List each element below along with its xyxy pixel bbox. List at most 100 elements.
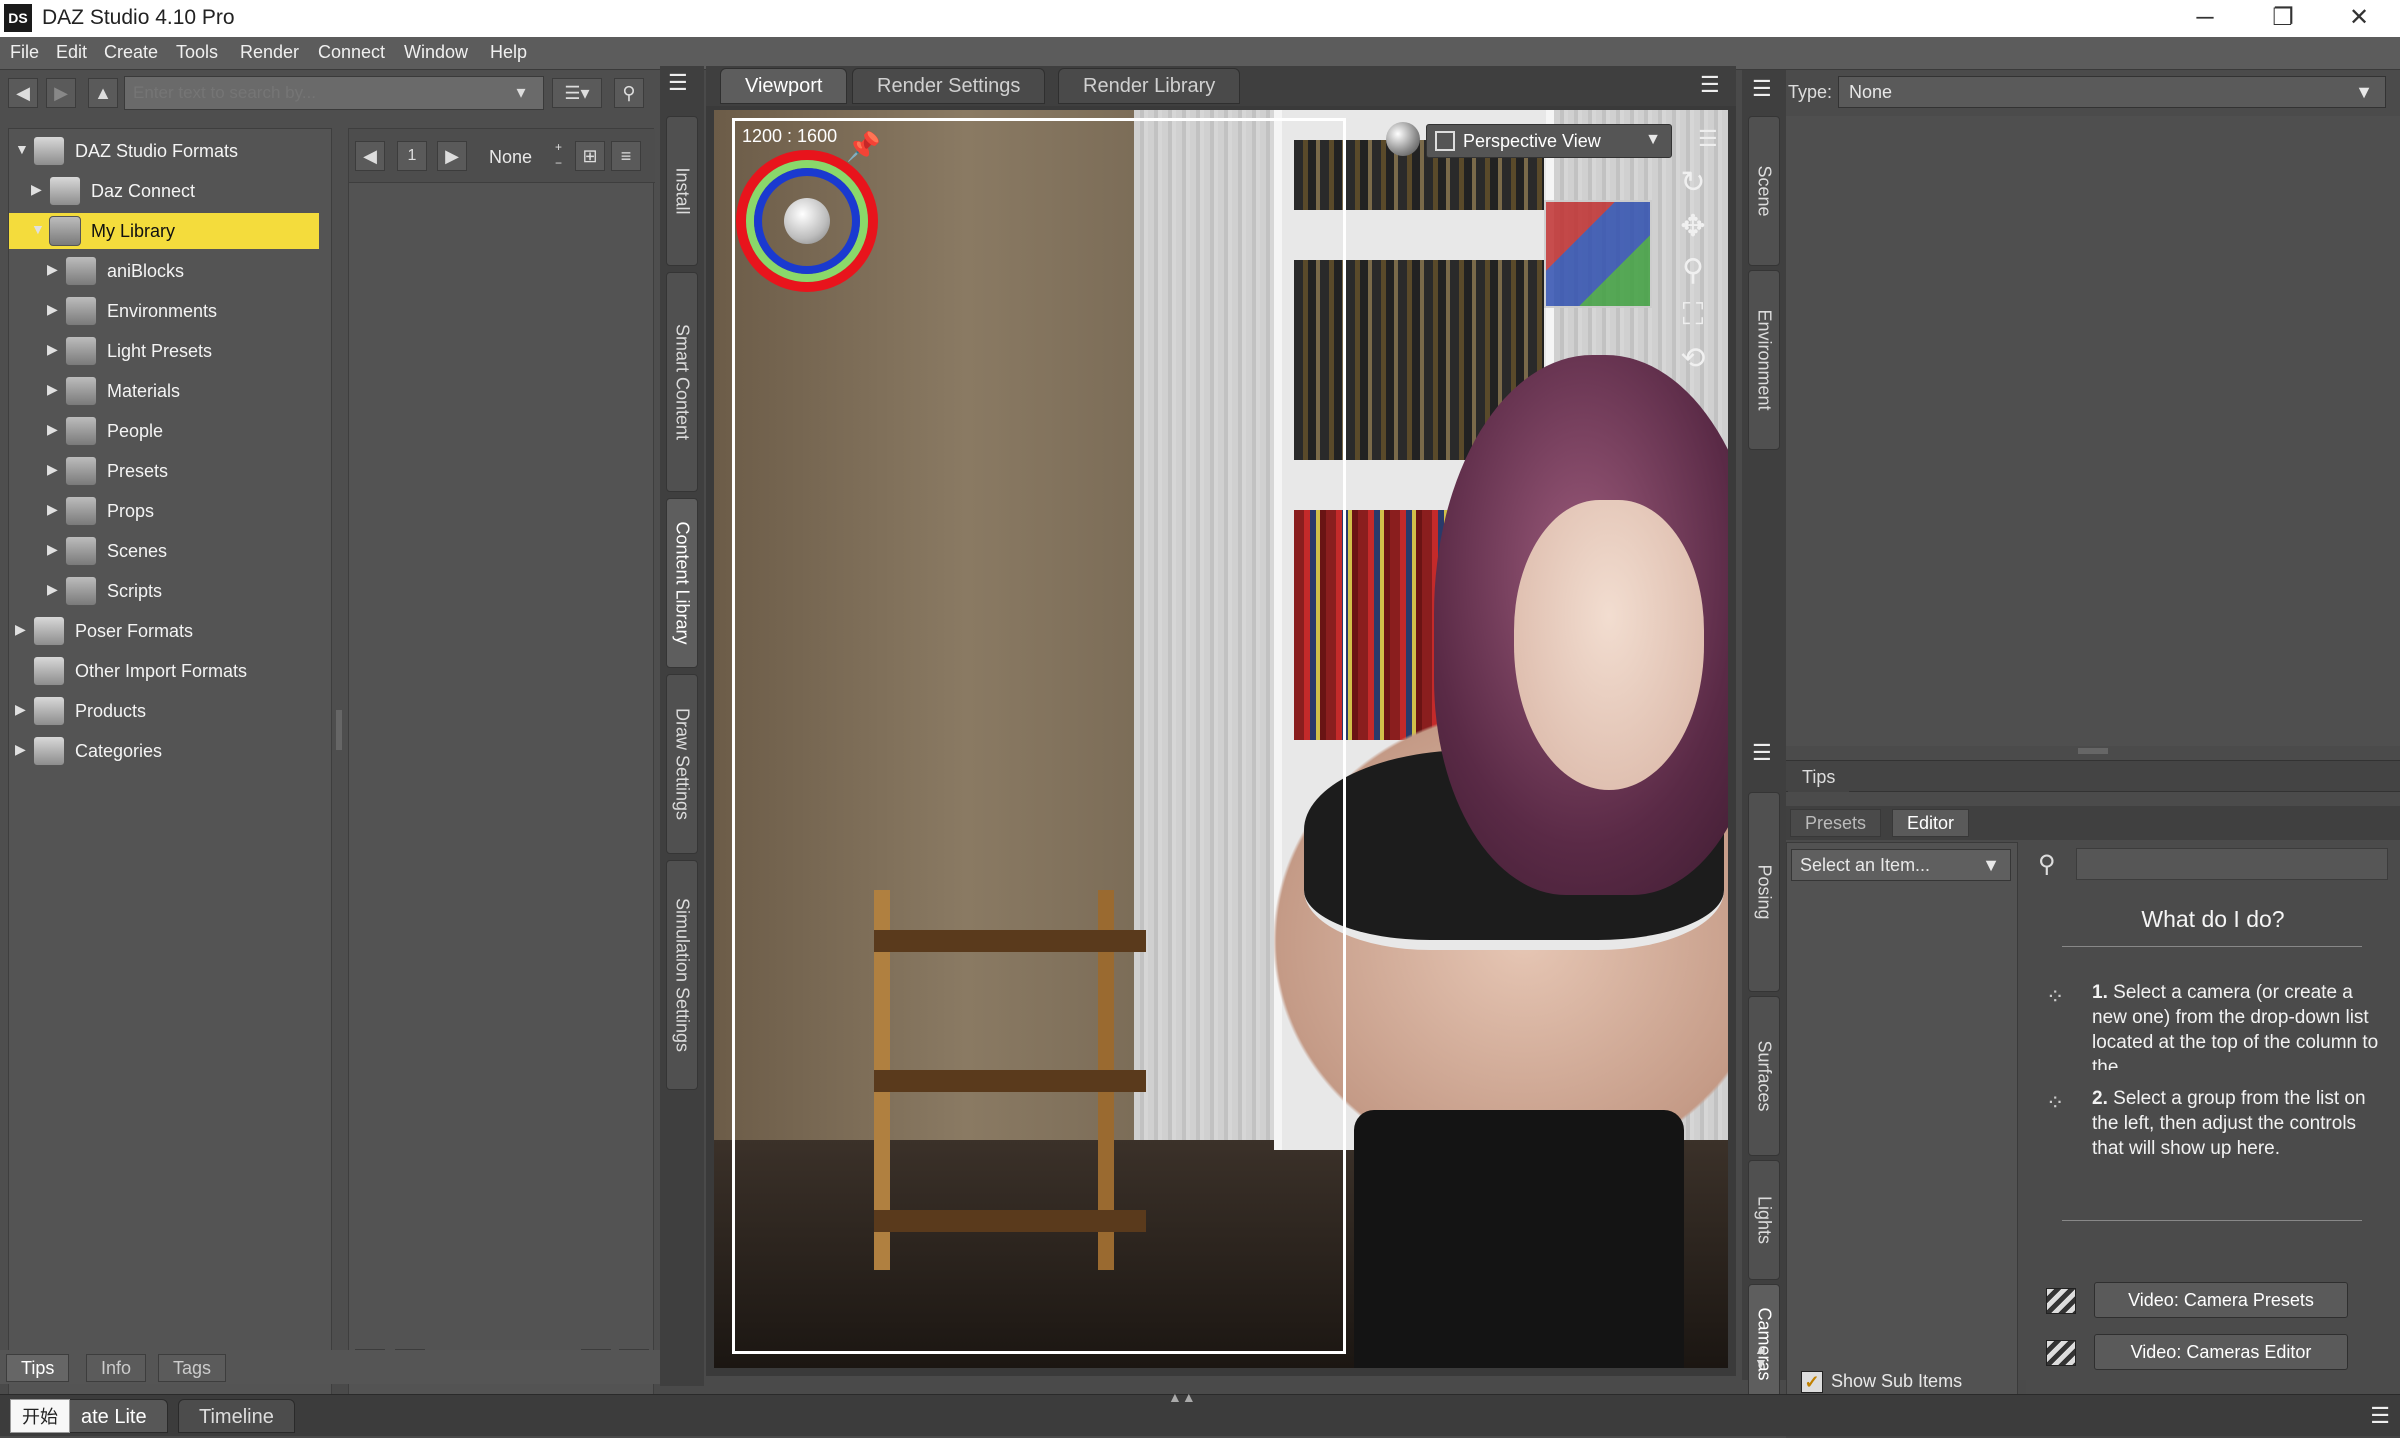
vtab-simulation-settings[interactable]: Simulation Settings [666, 860, 698, 1090]
view-cube[interactable] [1544, 200, 1652, 308]
tab-timeline[interactable]: Timeline [178, 1399, 295, 1433]
tree-item[interactable]: ▶ Presets [9, 453, 329, 489]
menu-edit[interactable]: Edit [56, 42, 87, 63]
bottom-pane-menu-icon[interactable]: ☰ [2370, 1403, 2390, 1429]
vtab-smart-content[interactable]: Smart Content [666, 272, 698, 492]
expand-right-icon[interactable]: ▶ [47, 381, 58, 398]
type-dropdown[interactable]: None ▼ [1838, 76, 2386, 108]
menu-render[interactable]: Render [240, 42, 299, 63]
vtab-surfaces[interactable]: Surfaces [1748, 996, 1780, 1156]
zoom-icon[interactable]: ⚲ [1674, 252, 1712, 290]
search-icon[interactable]: ⚲ [614, 78, 644, 108]
vtab-draw-settings[interactable]: Draw Settings [666, 674, 698, 854]
icon-size-stepper[interactable]: + − [555, 139, 562, 171]
expand-right-icon[interactable]: ▶ [47, 261, 58, 278]
back-arrow-icon[interactable]: ◀ [8, 78, 38, 108]
vtab-environment[interactable]: Environment [1748, 270, 1780, 450]
menu-tools[interactable]: Tools [176, 42, 218, 63]
menu-help[interactable]: Help [490, 42, 527, 63]
tree-item[interactable]: ▶ Daz Connect [9, 173, 329, 209]
expand-right-icon[interactable]: ▶ [47, 541, 58, 558]
page-number[interactable]: 1 [397, 141, 427, 171]
vtab-content-library[interactable]: Content Library [666, 498, 698, 668]
vtab-posing[interactable]: Posing [1748, 792, 1780, 992]
expand-right-icon[interactable]: ▶ [15, 701, 26, 718]
scene-pane-menu-icon[interactable]: ☰ [1752, 76, 1772, 102]
tree-item[interactable]: ▶ Poser Formats [9, 613, 329, 649]
list-view-icon[interactable]: ≡ [611, 141, 641, 171]
tab-tags[interactable]: Tags [158, 1354, 227, 1382]
minimize-button[interactable]: ─ [2170, 0, 2240, 37]
tree-item[interactable]: ▶ Light Presets [9, 333, 329, 369]
vtab-install[interactable]: Install [666, 116, 698, 266]
forward-arrow-icon[interactable]: ▶ [46, 78, 76, 108]
tree-item[interactable]: ▶ Props [9, 493, 329, 529]
start-button[interactable]: 开始 [10, 1399, 70, 1433]
expand-right-icon[interactable]: ▶ [47, 581, 58, 598]
tree-item[interactable]: ▶ Scripts [9, 573, 329, 609]
vtab-lights[interactable]: Lights [1748, 1160, 1780, 1280]
tree-item[interactable]: ▶ Materials [9, 373, 329, 409]
show-sub-items-checkbox[interactable]: ✓ Show Sub Items [1801, 1371, 1962, 1394]
tree-item[interactable]: ▶ aniBlocks [9, 253, 329, 289]
expand-right-icon[interactable]: ▶ [31, 181, 42, 198]
content-search-input[interactable] [124, 76, 544, 110]
tree-item[interactable]: ▶ Environments [9, 293, 329, 329]
camera-dropdown[interactable]: Perspective View ▼ [1426, 124, 1672, 158]
parameters-pane-menu-icon[interactable]: ☰ [1752, 740, 1772, 766]
expand-right-icon[interactable]: ▶ [47, 301, 58, 318]
tab-presets[interactable]: Presets [1790, 809, 1882, 837]
tab-animate-lite[interactable]: ate Lite [60, 1399, 168, 1433]
menu-window[interactable]: Window [404, 42, 468, 63]
reset-view-icon[interactable]: ⟲ [1674, 340, 1712, 378]
page-prev-icon[interactable]: ◀ [355, 141, 385, 171]
search-dropdown-icon[interactable]: ▾ [506, 78, 536, 108]
search-icon[interactable]: ⚲ [2038, 850, 2056, 879]
pan-icon[interactable]: ✥ [1674, 208, 1712, 246]
tab-tips[interactable]: Tips [6, 1354, 70, 1382]
expand-down-icon[interactable]: ▼ [31, 221, 45, 237]
viewport-pane-menu-icon[interactable]: ☰ [1700, 72, 1720, 98]
rotate-sphere-icon[interactable] [736, 150, 878, 292]
up-arrow-icon[interactable]: ▲ [88, 78, 118, 108]
draw-style-icon[interactable] [1386, 122, 1420, 156]
tree-item[interactable]: ▶ Scenes [9, 533, 329, 569]
viewport-menu-icon[interactable]: ☰ [1698, 126, 1718, 152]
video-camera-presets-button[interactable]: Video: Camera Presets [2094, 1282, 2348, 1318]
expand-right-icon[interactable]: ▶ [15, 621, 26, 638]
expand-down-icon[interactable]: ▼ [15, 141, 29, 157]
grid-view-icon[interactable]: ⊞ [575, 141, 605, 171]
vtab-scene[interactable]: Scene [1748, 116, 1780, 266]
pin-icon[interactable]: 📌 [846, 130, 882, 166]
tree-item[interactable]: Other Import Formats [9, 653, 329, 689]
tab-tips[interactable]: Tips [1788, 764, 1850, 792]
sort-mode[interactable]: None [489, 147, 532, 168]
tab-scroll-arrows[interactable]: ▲ ▼ [1754, 1342, 1768, 1370]
frame-icon[interactable]: ⛶ [1674, 296, 1712, 334]
tab-editor[interactable]: Editor [1892, 809, 1970, 837]
pane-splitter[interactable] [2078, 748, 2108, 754]
expand-right-icon[interactable]: ▶ [47, 501, 58, 518]
database-menu-icon[interactable]: ☰▾ [552, 78, 602, 108]
menu-file[interactable]: File [10, 42, 39, 63]
tab-viewport[interactable]: Viewport [720, 68, 848, 104]
restore-button[interactable]: ❐ [2248, 0, 2318, 37]
tree-item[interactable]: ▼ DAZ Studio Formats [9, 133, 329, 169]
close-button[interactable]: ✕ [2324, 0, 2394, 37]
tab-render-library[interactable]: Render Library [1058, 68, 1241, 104]
pane-menu-icon[interactable]: ☰ [668, 70, 688, 96]
video-cameras-editor-button[interactable]: Video: Cameras Editor [2094, 1334, 2348, 1370]
collapse-arrow-icon[interactable]: ▲▲ [1168, 1389, 1196, 1405]
pane-splitter[interactable] [336, 710, 342, 750]
expand-right-icon[interactable]: ▶ [47, 421, 58, 438]
expand-right-icon[interactable]: ▶ [47, 461, 58, 478]
select-item-dropdown[interactable]: Select an Item... ▼ [1791, 849, 2011, 881]
property-search-input[interactable] [2076, 848, 2388, 880]
tab-info[interactable]: Info [86, 1354, 147, 1382]
expand-right-icon[interactable]: ▶ [47, 341, 58, 358]
3d-scene-view[interactable]: 1200 : 1600 📌 Perspective View ▼ ☰ ↻ ✥ ⚲… [714, 110, 1728, 1368]
tree-item[interactable]: ▶ People [9, 413, 329, 449]
menu-create[interactable]: Create [104, 42, 158, 63]
tab-render-settings[interactable]: Render Settings [852, 68, 1046, 104]
orbit-icon[interactable]: ↻ [1674, 164, 1712, 202]
